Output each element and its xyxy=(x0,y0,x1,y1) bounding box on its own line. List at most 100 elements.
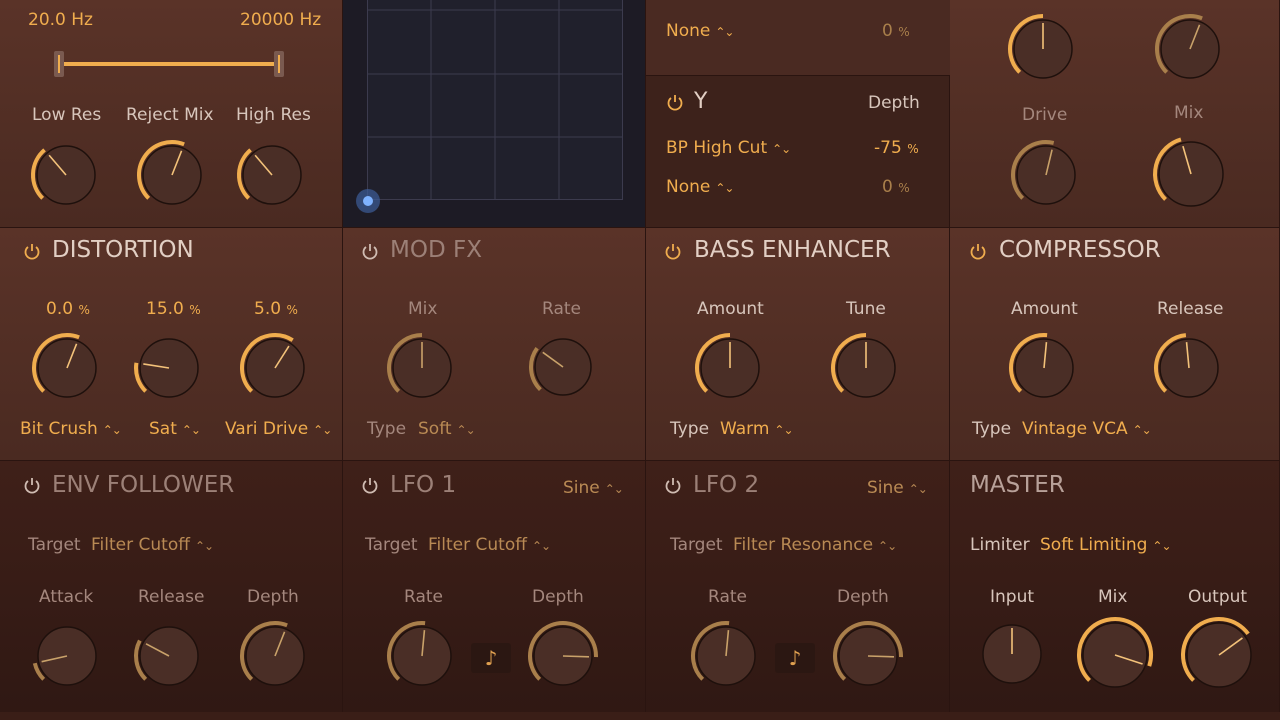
knob-graphic xyxy=(240,621,305,686)
mod-y1-depth[interactable]: -75 % xyxy=(874,140,919,157)
mod-x-depth[interactable]: 0 % xyxy=(882,23,910,40)
knob-graphic xyxy=(237,145,302,205)
mod-y2-depth[interactable]: 0 % xyxy=(882,179,910,196)
env-follower-panel: ENV FOLLOWER Target Filter Cutoff ⌃⌄ Atta… xyxy=(0,461,343,720)
bass-type-select[interactable]: Warm ⌃⌄ xyxy=(720,421,794,438)
compressor-release-label: Release xyxy=(1157,299,1224,319)
lfo1-depth-knob[interactable] xyxy=(528,621,598,691)
bit-crush-knob[interactable] xyxy=(32,333,102,403)
lfo2-depth-knob[interactable] xyxy=(833,621,903,691)
lfo2-rate-knob[interactable] xyxy=(691,621,761,691)
master-mix-knob[interactable] xyxy=(1077,617,1153,693)
bit-crush-value[interactable]: 0.0 % xyxy=(46,301,90,318)
chevron-updown-icon: ⌃⌄ xyxy=(772,142,791,156)
limiter-select[interactable]: Soft Limiting ⌃⌄ xyxy=(1040,537,1172,554)
lfo2-target-select[interactable]: Filter Resonance ⌃⌄ xyxy=(733,537,897,554)
knob-graphic xyxy=(831,333,896,398)
knob-graphic xyxy=(1153,137,1224,207)
bass-enhancer-power-icon[interactable] xyxy=(664,242,682,260)
lfo2-wave-select[interactable]: Sine ⌃⌄ xyxy=(867,480,928,497)
lfo1-wave-select[interactable]: Sine ⌃⌄ xyxy=(563,480,624,497)
env-follower-title: ENV FOLLOWER xyxy=(52,472,235,498)
env-release-label: Release xyxy=(138,587,205,607)
reject-mix-knob[interactable] xyxy=(137,140,207,210)
lfo1-power-icon[interactable] xyxy=(361,476,379,494)
distortion-panel: DISTORTION 0.0 % 15.0 % 5.0 % Bit Crush ⌃… xyxy=(0,228,343,461)
drive-top-knob[interactable] xyxy=(1008,14,1078,84)
filter-low-freq[interactable]: 20.0 Hz xyxy=(28,12,93,29)
knob-graphic xyxy=(1181,617,1252,688)
knob-pointer xyxy=(867,655,895,658)
drive-knob[interactable] xyxy=(1011,140,1081,210)
env-attack-knob[interactable] xyxy=(32,621,102,691)
lfo2-panel: LFO 2 Sine ⌃⌄ Target Filter Resonance ⌃⌄ R… xyxy=(646,461,950,720)
vari-drive-type-select[interactable]: Vari Drive ⌃⌄ xyxy=(225,421,332,438)
mod-fx-type-select[interactable]: Soft ⌃⌄ xyxy=(418,421,476,438)
filter-range-track[interactable] xyxy=(60,62,280,66)
knob-graphic xyxy=(529,338,592,396)
high-res-knob[interactable] xyxy=(237,140,307,210)
drive-label: Drive xyxy=(1022,105,1068,125)
lfo2-target-label: Target xyxy=(670,535,723,555)
bass-tune-knob[interactable] xyxy=(831,333,901,403)
low-res-label: Low Res xyxy=(32,105,102,125)
lfo2-sync-note-button[interactable]: ♪ xyxy=(775,643,815,673)
filter-high-freq[interactable]: 20000 Hz xyxy=(240,12,321,29)
knob-graphic xyxy=(833,621,903,686)
knob-graphic xyxy=(982,624,1042,684)
xy-pad-panel xyxy=(343,0,646,228)
lfo1-sync-note-button[interactable]: ♪ xyxy=(471,643,511,673)
mix-top-knob[interactable] xyxy=(1155,14,1225,84)
env-target-select[interactable]: Filter Cutoff ⌃⌄ xyxy=(91,537,214,554)
bass-amount-knob[interactable] xyxy=(695,333,765,403)
knob-graphic xyxy=(31,145,96,205)
lfo2-power-icon[interactable] xyxy=(664,476,682,494)
lfo1-rate-knob[interactable] xyxy=(387,621,457,691)
filter-high-handle[interactable] xyxy=(274,51,284,77)
master-output-knob[interactable] xyxy=(1181,617,1257,693)
mod-fx-rate-knob[interactable] xyxy=(529,333,597,401)
mod-y1-target-select[interactable]: BP High Cut ⌃⌄ xyxy=(666,140,791,157)
lfo2-title: LFO 2 xyxy=(693,472,760,498)
xy-pad-puck[interactable] xyxy=(353,186,383,216)
lfo1-target-label: Target xyxy=(365,535,418,555)
sat-mix-knob[interactable] xyxy=(1153,136,1229,212)
xy-pad[interactable] xyxy=(367,0,623,200)
env-target-label: Target xyxy=(28,535,81,555)
master-output-label: Output xyxy=(1188,587,1248,607)
compressor-type-select[interactable]: Vintage VCA ⌃⌄ xyxy=(1022,421,1152,438)
vari-drive-knob[interactable] xyxy=(240,333,310,403)
mod-fx-power-icon[interactable] xyxy=(361,242,379,260)
master-panel: MASTER Limiter Soft Limiting ⌃⌄ Input Mix… xyxy=(950,461,1280,720)
mod-fx-type-label: Type xyxy=(367,419,407,439)
lfo1-panel: LFO 1 Sine ⌃⌄ Target Filter Cutoff ⌃⌄ Rate… xyxy=(343,461,646,720)
compressor-release-knob[interactable] xyxy=(1154,333,1224,403)
lfo1-target-select[interactable]: Filter Cutoff ⌃⌄ xyxy=(428,537,551,554)
compressor-power-icon[interactable] xyxy=(969,242,987,260)
knob-graphic xyxy=(387,621,452,686)
env-depth-label: Depth xyxy=(247,587,299,607)
env-release-knob[interactable] xyxy=(134,621,204,691)
env-depth-knob[interactable] xyxy=(240,621,310,691)
mod-y2-target-select[interactable]: None ⌃⌄ xyxy=(666,179,734,196)
knob-graphic xyxy=(137,140,202,205)
sat-type-select[interactable]: Sat ⌃⌄ xyxy=(149,421,201,438)
mod-y-power-icon[interactable] xyxy=(666,93,684,111)
low-res-knob[interactable] xyxy=(31,140,101,210)
sat-value[interactable]: 15.0 % xyxy=(146,301,201,318)
mod-x-target-select[interactable]: None ⌃⌄ xyxy=(666,23,734,40)
mod-fx-mix-knob[interactable] xyxy=(387,333,457,403)
bass-tune-label: Tune xyxy=(846,299,886,319)
master-input-knob[interactable] xyxy=(977,619,1047,689)
knob-graphic xyxy=(1011,140,1076,205)
filter-low-handle[interactable] xyxy=(54,51,64,77)
env-follower-power-icon[interactable] xyxy=(23,476,41,494)
bit-crush-type-select[interactable]: Bit Crush ⌃⌄ xyxy=(20,421,122,438)
lfo1-rate-label: Rate xyxy=(404,587,443,607)
compressor-amount-knob[interactable] xyxy=(1009,333,1079,403)
sat-knob[interactable] xyxy=(134,333,204,403)
vari-drive-value[interactable]: 5.0 % xyxy=(254,301,298,318)
distortion-power-icon[interactable] xyxy=(23,242,41,260)
knob-graphic xyxy=(1009,333,1074,398)
knob-graphic xyxy=(1154,333,1219,398)
